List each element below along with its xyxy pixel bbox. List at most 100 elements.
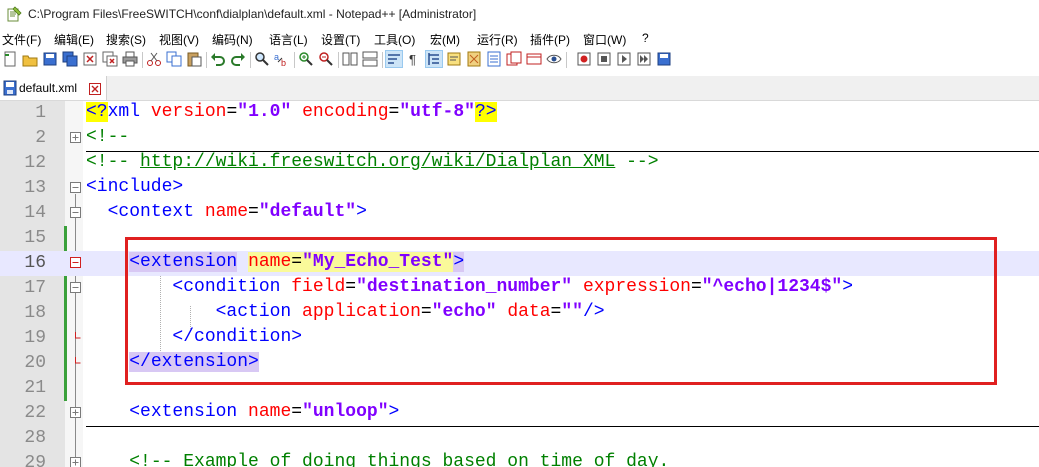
- menu-help[interactable]: ?: [642, 31, 649, 45]
- stop-macro-icon[interactable]: [596, 51, 612, 67]
- document-map-icon[interactable]: [466, 51, 482, 67]
- menu-settings[interactable]: 设置(T): [321, 31, 360, 48]
- fold-collapse-icon[interactable]: [70, 257, 81, 268]
- tab-label: default.xml: [19, 81, 78, 95]
- close-file-icon[interactable]: [82, 51, 98, 67]
- fold-expand-icon[interactable]: [70, 132, 81, 143]
- paste-icon[interactable]: [186, 51, 202, 67]
- replace-icon[interactable]: ab: [274, 51, 290, 67]
- menu-plugins[interactable]: 插件(P): [530, 31, 570, 48]
- line-number: 21: [24, 378, 46, 398]
- sync-horizontal-icon[interactable]: [362, 51, 378, 67]
- menu-edit[interactable]: 编辑(E): [54, 31, 94, 48]
- fold-end-icon[interactable]: [70, 332, 81, 343]
- fold-collapse-icon[interactable]: [70, 182, 81, 193]
- open-file-icon[interactable]: [22, 51, 38, 67]
- save-macro-icon[interactable]: [656, 51, 672, 67]
- show-all-characters-icon[interactable]: ¶: [406, 51, 422, 67]
- code-line[interactable]: 14 <context name="default">: [0, 201, 1039, 226]
- fold-expand-icon[interactable]: [70, 457, 81, 467]
- code-token: "1.0": [237, 102, 292, 122]
- menu-macro[interactable]: 宏(M): [430, 31, 460, 48]
- code-line[interactable]: 28: [0, 426, 1039, 451]
- copy-icon[interactable]: [166, 51, 182, 67]
- redo-icon[interactable]: [230, 51, 246, 67]
- line-number: 28: [24, 428, 46, 448]
- code-token: version: [150, 102, 227, 122]
- code-line[interactable]: 2 <!--: [0, 126, 1039, 151]
- line-number: 12: [24, 153, 46, 173]
- code-line[interactable]: 1 <?xml version="1.0" encoding="utf-8"?>: [0, 101, 1039, 126]
- line-number: 13: [24, 178, 46, 198]
- code-line[interactable]: 29 <!-- Example of doing things based on…: [0, 451, 1039, 467]
- define-language-icon[interactable]: [446, 51, 462, 67]
- line-number: 17: [24, 278, 46, 298]
- save-icon[interactable]: [42, 51, 58, 67]
- record-macro-icon[interactable]: [576, 51, 592, 67]
- panel-icon[interactable]: [526, 51, 542, 67]
- cut-icon[interactable]: [146, 51, 162, 67]
- window-title: C:\Program Files\FreeSWITCH\conf\dialpla…: [28, 7, 477, 21]
- line-number: 14: [24, 203, 46, 223]
- code-token: <!--: [86, 127, 130, 147]
- indent-guide-icon[interactable]: [425, 50, 443, 68]
- fold-collapse-icon[interactable]: [70, 207, 81, 218]
- fold-collapse-icon[interactable]: [70, 282, 81, 293]
- menu-tools[interactable]: 工具(O): [374, 31, 415, 48]
- code-token: -->: [615, 152, 659, 172]
- menu-view[interactable]: 视图(V): [159, 31, 199, 48]
- code-token: <!--: [86, 152, 141, 172]
- code-token: "default": [258, 202, 357, 222]
- folder-workspace-icon[interactable]: [506, 51, 522, 67]
- code-text: <!--: [86, 127, 129, 147]
- fold-end-icon[interactable]: [70, 357, 81, 368]
- sync-vertical-icon[interactable]: [342, 51, 358, 67]
- play-macro-icon[interactable]: [616, 51, 632, 67]
- code-line[interactable]: 22 <extension name="unloop">: [0, 401, 1039, 426]
- word-wrap-icon[interactable]: [385, 50, 403, 68]
- run-macro-multiple-icon[interactable]: [636, 51, 652, 67]
- menu-language[interactable]: 语言(L): [269, 31, 308, 48]
- zoom-out-icon[interactable]: [318, 51, 334, 67]
- code-token: encoding: [302, 102, 389, 122]
- menu-bar: 文件(F) 编辑(E) 搜索(S) 视图(V) 编码(N) 语言(L) 设置(T…: [0, 29, 1039, 47]
- title-bar: C:\Program Files\FreeSWITCH\conf\dialpla…: [0, 0, 1039, 28]
- menu-encoding[interactable]: 编码(N): [212, 31, 253, 48]
- code-token: <context: [107, 202, 205, 222]
- code-token: <!-- Example of doing things based on ti…: [129, 452, 670, 467]
- menu-run[interactable]: 运行(R): [477, 31, 518, 48]
- fold-separator: [86, 151, 1039, 152]
- fold-expand-icon[interactable]: [70, 407, 81, 418]
- code-token: >: [388, 402, 400, 422]
- monitoring-icon[interactable]: [546, 51, 562, 67]
- code-token: ?>: [474, 102, 497, 122]
- code-line[interactable]: 12 <!-- http://wiki.freeswitch.org/wiki/D…: [0, 151, 1039, 176]
- zoom-in-icon[interactable]: [298, 51, 314, 67]
- close-all-icon[interactable]: [102, 51, 118, 67]
- menu-search[interactable]: 搜索(S): [106, 31, 146, 48]
- save-all-icon[interactable]: [62, 51, 78, 67]
- code-token: >: [356, 202, 367, 222]
- code-line[interactable]: 13 <include>: [0, 176, 1039, 201]
- close-icon[interactable]: [89, 82, 101, 95]
- code-text: <include>: [86, 177, 183, 197]
- line-number: 18: [24, 303, 46, 323]
- new-file-icon[interactable]: [2, 51, 18, 67]
- code-token: xml: [107, 102, 151, 122]
- undo-icon[interactable]: [210, 51, 226, 67]
- code-token: <extension: [129, 402, 249, 422]
- code-token: =: [291, 402, 303, 422]
- menu-window[interactable]: 窗口(W): [583, 31, 626, 48]
- code-text: <extension name="unloop">: [86, 402, 399, 422]
- menu-file[interactable]: 文件(F): [2, 31, 41, 48]
- print-icon[interactable]: [122, 51, 138, 67]
- function-list-icon[interactable]: [486, 51, 502, 67]
- line-number: 29: [24, 453, 46, 467]
- fold-separator: [86, 426, 1039, 427]
- find-icon[interactable]: [254, 51, 270, 67]
- code-token: name: [248, 402, 292, 422]
- tab-default-xml[interactable]: default.xml: [0, 76, 107, 100]
